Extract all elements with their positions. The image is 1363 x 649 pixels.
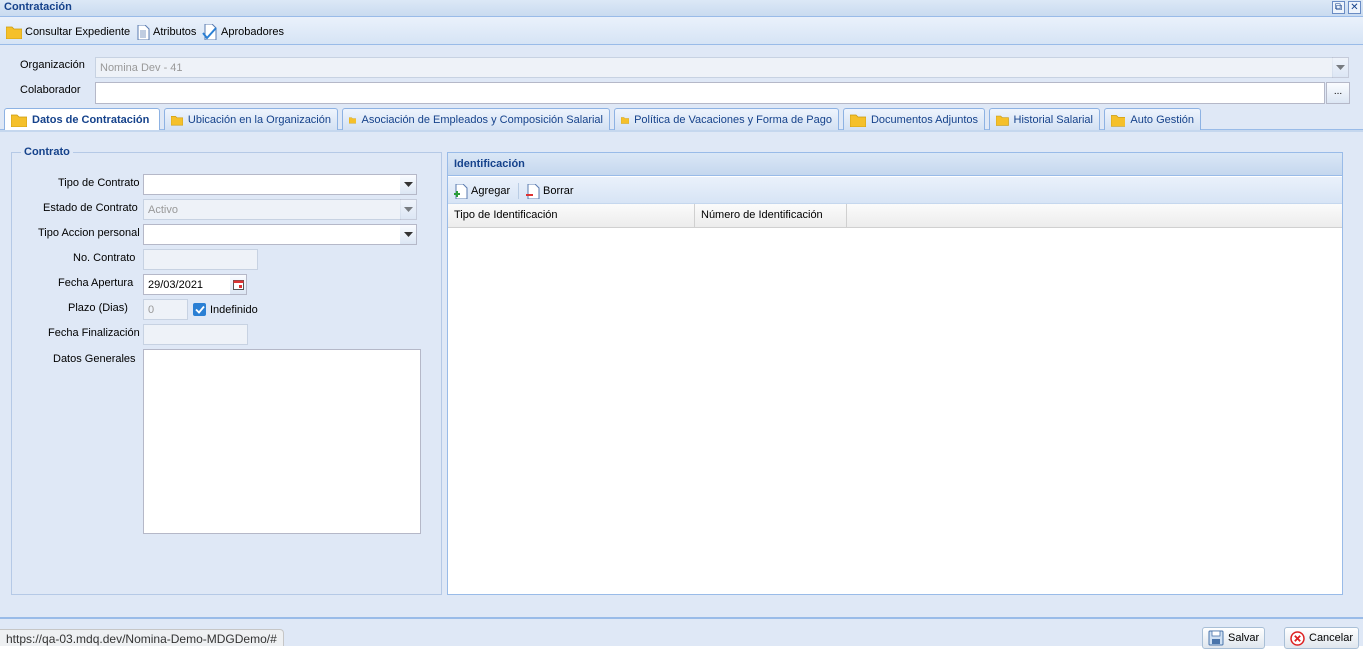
organizacion-combo[interactable]: Nomina Dev - 41: [95, 57, 1333, 78]
fecha-finalizacion-input[interactable]: [143, 324, 248, 345]
tipo-accion-label: Tipo Accion personal: [38, 227, 140, 239]
tab-label: Documentos Adjuntos: [870, 113, 978, 126]
folder-icon: [349, 116, 357, 123]
organizacion-dropdown-icon[interactable]: [1332, 57, 1349, 78]
estado-contrato-label: Estado de Contrato: [43, 202, 138, 214]
folder-icon: [6, 26, 22, 39]
datos-generales-label: Datos Generales: [53, 353, 136, 365]
estado-contrato-combo[interactable]: Activo: [143, 199, 401, 220]
column-header-tipo-identificacion[interactable]: Tipo de Identificación: [448, 204, 695, 228]
no-contrato-label: No. Contrato: [73, 252, 136, 264]
indefinido-checkbox[interactable]: [193, 303, 206, 316]
tipo-contrato-combo[interactable]: [143, 174, 401, 195]
column-header-numero-identificacion[interactable]: Número de Identificación: [695, 204, 847, 228]
tab-politica-vacaciones[interactable]: Política de Vacaciones y Forma de Pago: [614, 108, 839, 130]
cancel-icon: [1290, 630, 1305, 646]
approve-document-icon: [202, 24, 217, 40]
tipo-accion-dropdown-icon[interactable]: [400, 224, 417, 245]
tab-documentos-adjuntos[interactable]: Documentos Adjuntos: [843, 108, 985, 130]
add-document-icon: [454, 183, 468, 199]
no-contrato-input[interactable]: [143, 249, 258, 270]
colaborador-input[interactable]: [95, 82, 1325, 104]
tab-label: Política de Vacaciones y Forma de Pago: [634, 113, 832, 126]
contrato-legend: Contrato: [21, 146, 73, 158]
tab-asociacion-empleados[interactable]: Asociación de Empleados y Composición Sa…: [342, 108, 610, 130]
borrar-button[interactable]: Borrar: [525, 183, 574, 199]
folder-icon: [171, 115, 183, 126]
fecha-apertura-input[interactable]: 29/03/2021: [143, 274, 231, 295]
plazo-input[interactable]: 0: [143, 299, 188, 320]
cancelar-label: Cancelar: [1309, 632, 1354, 644]
folder-icon: [996, 115, 1009, 126]
calendar-icon[interactable]: [230, 274, 247, 295]
identificacion-header: [447, 152, 1343, 176]
atributos-label: Atributos: [153, 26, 197, 38]
tab-auto-gestion[interactable]: Auto Gestión: [1104, 108, 1201, 130]
fecha-apertura-label: Fecha Apertura: [58, 277, 134, 289]
tipo-accion-combo[interactable]: [143, 224, 401, 245]
folder-icon: [1111, 114, 1126, 127]
estado-contrato-dropdown-icon[interactable]: [400, 199, 417, 220]
salvar-label: Salvar: [1228, 632, 1260, 644]
tab-ubicacion-organizacion[interactable]: Ubicación en la Organización: [164, 108, 338, 130]
organizacion-label: Organización: [20, 59, 85, 71]
restore-window-icon[interactable]: ⧉: [1332, 1, 1345, 14]
borrar-label: Borrar: [543, 185, 574, 197]
atributos-button[interactable]: Atributos: [136, 24, 196, 40]
colaborador-search-button[interactable]: ...: [1326, 82, 1350, 104]
close-window-icon[interactable]: ✕: [1348, 1, 1361, 14]
tab-label: Auto Gestión: [1130, 113, 1194, 126]
tab-label: Ubicación en la Organización: [187, 113, 331, 126]
consultar-expediente-button[interactable]: Consultar Expediente: [6, 24, 130, 40]
window-header: [0, 0, 1363, 17]
tab-label: Historial Salarial: [1013, 113, 1093, 126]
aprobadores-button[interactable]: Aprobadores: [202, 24, 284, 40]
agregar-label: Agregar: [471, 185, 511, 197]
agregar-button[interactable]: Agregar: [453, 183, 510, 199]
tab-datos-contratacion[interactable]: Datos de Contratación: [4, 108, 160, 131]
identificacion-toolbar: [448, 177, 1342, 204]
fecha-finalizacion-label: Fecha Finalización: [48, 327, 140, 339]
window-title: Contratación: [4, 1, 72, 13]
tipo-contrato-label: Tipo de Contrato: [58, 177, 140, 189]
tab-label: Datos de Contratación: [32, 114, 150, 126]
document-list-icon: [137, 24, 150, 40]
plazo-label: Plazo (Dias): [68, 302, 128, 314]
aprobadores-label: Aprobadores: [221, 26, 284, 38]
identificacion-title: Identificación: [454, 158, 525, 170]
tab-historial-salarial[interactable]: Historial Salarial: [989, 108, 1100, 130]
toolbar-separator: [518, 183, 519, 199]
tab-label: Asociación de Empleados y Composición Sa…: [361, 113, 603, 126]
folder-icon: [621, 116, 630, 124]
tipo-contrato-dropdown-icon[interactable]: [400, 174, 417, 195]
save-icon: [1208, 630, 1224, 646]
colaborador-label: Colaborador: [20, 84, 81, 96]
folder-icon: [850, 114, 866, 127]
remove-document-icon: [526, 183, 540, 199]
datos-generales-textarea[interactable]: [143, 349, 421, 534]
indefinido-label: Indefinido: [210, 304, 258, 316]
status-url: https://qa-03.mdq.dev/Nomina-Demo-MDGDem…: [0, 629, 284, 646]
identificacion-grid-body: [448, 228, 1342, 594]
folder-icon: [11, 114, 27, 127]
consultar-expediente-label: Consultar Expediente: [25, 26, 131, 38]
